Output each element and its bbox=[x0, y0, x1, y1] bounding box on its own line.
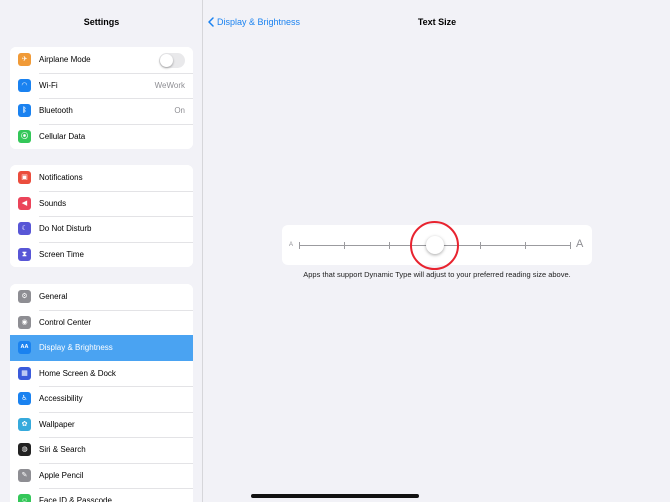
large-text-label: A bbox=[576, 238, 584, 250]
page-title: Text Size bbox=[417, 17, 457, 27]
sidebar-item-accessibility[interactable]: ♿ Accessibility bbox=[10, 386, 193, 412]
sidebar-item-label: Siri & Search bbox=[39, 445, 86, 455]
sidebar-item-label: Airplane Mode bbox=[39, 55, 91, 65]
text-size-caption: Apps that support Dynamic Type will adju… bbox=[303, 270, 571, 279]
airplane-icon: ✈ bbox=[18, 53, 31, 67]
sidebar-item-label: Cellular Data bbox=[39, 131, 86, 141]
pencil-icon: ✎ bbox=[18, 468, 31, 482]
sidebar-item-label: Face ID & Passcode bbox=[39, 496, 112, 502]
siri-icon: ◍ bbox=[18, 443, 31, 457]
sidebar-item-cellular-data[interactable]: ⦿ Cellular Data bbox=[10, 123, 193, 149]
toggle-knob bbox=[160, 54, 173, 67]
sidebar-item-value: On bbox=[174, 106, 185, 116]
sidebar-item-value: WeWork bbox=[154, 80, 185, 90]
slider-tick bbox=[525, 242, 526, 249]
sidebar-item-label: Notifications bbox=[39, 173, 83, 183]
sidebar-group-connectivity: ✈ Airplane Mode ◠ Wi-Fi WeWork ᛒ Bluetooth On ⦿ C… bbox=[10, 47, 193, 149]
sidebar-item-label: Wi-Fi bbox=[39, 80, 58, 90]
wifi-icon: ◠ bbox=[18, 78, 31, 92]
highlight-ring bbox=[410, 221, 459, 270]
sidebar-item-control-center[interactable]: ◉ Control Center bbox=[10, 309, 193, 335]
sidebar-group-general: ⚙ General ◉ Control Center AA Display & Brigh… bbox=[10, 284, 193, 502]
bluetooth-icon: ᛒ bbox=[18, 104, 31, 118]
sidebar: Settings ✈ Airplane Mode ◠ Wi-Fi WeWork ᛒ Blue… bbox=[0, 0, 203, 502]
slider-tick bbox=[570, 242, 571, 249]
sounds-icon: ◀ bbox=[18, 196, 31, 210]
slider-tick bbox=[344, 242, 345, 249]
sidebar-item-screen-time[interactable]: ⧗ Screen Time bbox=[10, 241, 193, 267]
gear-icon: ⚙ bbox=[18, 290, 31, 304]
small-text-label: A bbox=[289, 242, 294, 248]
sidebar-item-apple-pencil[interactable]: ✎ Apple Pencil bbox=[10, 462, 193, 488]
display-icon: AA bbox=[18, 341, 31, 355]
sidebar-item-wi-fi[interactable]: ◠ Wi-Fi WeWork bbox=[10, 72, 193, 98]
sidebar-item-label: General bbox=[39, 292, 68, 302]
sidebar-item-label: Screen Time bbox=[39, 249, 84, 259]
sidebar-item-bluetooth[interactable]: ᛒ Bluetooth On bbox=[10, 98, 193, 124]
wallpaper-icon: ✿ bbox=[18, 417, 31, 431]
sidebar-item-label: Control Center bbox=[39, 317, 92, 327]
sidebar-item-label: Home Screen & Dock bbox=[39, 368, 116, 378]
hourglass-icon: ⧗ bbox=[18, 247, 31, 261]
notifications-icon: ▣ bbox=[18, 171, 31, 185]
airplane-mode-toggle[interactable] bbox=[159, 53, 185, 68]
sidebar-item-label: Apple Pencil bbox=[39, 470, 84, 480]
sidebar-item-wallpaper[interactable]: ✿ Wallpaper bbox=[10, 411, 193, 437]
sidebar-item-label: Accessibility bbox=[39, 394, 83, 404]
sidebar-item-label: Wallpaper bbox=[39, 419, 75, 429]
settings-screen: Settings ✈ Airplane Mode ◠ Wi-Fi WeWork ᛒ Blue… bbox=[0, 0, 670, 502]
home-indicator[interactable] bbox=[251, 494, 419, 498]
sidebar-item-do-not-disturb[interactable]: ☾ Do Not Disturb bbox=[10, 216, 193, 242]
sidebar-item-notifications[interactable]: ▣ Notifications bbox=[10, 165, 193, 191]
sidebar-item-face-id-passcode[interactable]: ☺ Face ID & Passcode bbox=[10, 488, 193, 502]
slider-tick bbox=[480, 242, 481, 249]
sidebar-item-label: Sounds bbox=[39, 198, 67, 208]
sidebar-item-airplane-mode[interactable]: ✈ Airplane Mode bbox=[10, 47, 193, 73]
home-screen-icon: ▦ bbox=[18, 366, 31, 380]
sidebar-item-general[interactable]: ⚙ General bbox=[10, 284, 193, 310]
control-center-icon: ◉ bbox=[18, 315, 31, 329]
sidebar-item-label: Do Not Disturb bbox=[39, 224, 92, 234]
moon-icon: ☾ bbox=[18, 222, 31, 236]
sidebar-item-home-screen-dock[interactable]: ▦ Home Screen & Dock bbox=[10, 360, 193, 386]
slider-tick bbox=[389, 242, 390, 249]
sidebar-item-display-brightness[interactable]: AA Display & Brightness bbox=[10, 335, 193, 361]
face-id-icon: ☺ bbox=[18, 494, 31, 502]
accessibility-icon: ♿ bbox=[18, 392, 31, 406]
cellular-icon: ⦿ bbox=[18, 129, 31, 143]
sidebar-item-label: Bluetooth bbox=[39, 106, 73, 116]
slider-tick bbox=[299, 242, 300, 249]
sidebar-item-label: Display & Brightness bbox=[39, 343, 113, 353]
sidebar-title: Settings bbox=[83, 17, 120, 27]
sidebar-group-notifications: ▣ Notifications ◀ Sounds ☾ Do Not Disturb ⧗ Scr… bbox=[10, 165, 193, 267]
sidebar-item-sounds[interactable]: ◀ Sounds bbox=[10, 190, 193, 216]
sidebar-item-siri-search[interactable]: ◍ Siri & Search bbox=[10, 437, 193, 463]
